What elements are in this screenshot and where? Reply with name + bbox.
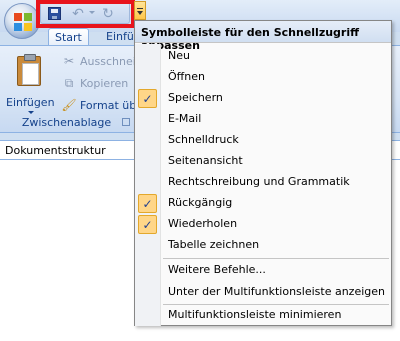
- menu-title: Symbolleiste für den Schnellzugriff anpa…: [135, 21, 391, 52]
- office-logo-icon: [14, 13, 32, 31]
- checkmark-icon: ✓: [138, 215, 157, 234]
- checkmark-icon: ✓: [138, 89, 157, 108]
- redo-icon: ↻: [102, 5, 114, 22]
- copy-icon: ⧉: [64, 75, 74, 90]
- format-painter-button[interactable]: 🖌 Format übe: [61, 96, 143, 114]
- office-button[interactable]: [4, 3, 40, 39]
- menu-item-label: Multifunktionsleiste minimieren: [168, 308, 342, 321]
- customize-toolbar-button[interactable]: [134, 1, 146, 20]
- menu-item-draw-table[interactable]: Tabelle zeichnen: [135, 235, 391, 256]
- clipboard-group-label: Zwischenablage: [21, 116, 112, 129]
- checkmark-icon: ✓: [138, 194, 157, 213]
- save-button[interactable]: [45, 5, 63, 22]
- cut-label: Ausschnei: [80, 54, 136, 68]
- menu-item-minimize-ribbon[interactable]: Multifunktionsleiste minimieren: [135, 305, 391, 326]
- menu-item-print-preview[interactable]: Seitenansicht: [135, 151, 391, 172]
- redo-button[interactable]: ↻: [99, 5, 117, 22]
- customize-dropdown-icon: [137, 8, 143, 9]
- menu-item-more-commands[interactable]: Weitere Befehle...: [135, 260, 391, 281]
- menu-item-save[interactable]: ✓ Speichern: [135, 88, 391, 109]
- clipboard-icon: [17, 54, 41, 86]
- menu-item-label: Rechtschreibung und Grammatik: [168, 175, 350, 188]
- menu-item-label: Schnelldruck: [168, 133, 239, 146]
- menu-item-label: E-Mail: [168, 112, 202, 125]
- menu-item-redo[interactable]: ✓ Wiederholen: [135, 214, 391, 235]
- menu-item-open[interactable]: Öffnen: [135, 67, 391, 88]
- paste-label: Einfügen: [6, 96, 55, 109]
- menu-item-label: Öffnen: [168, 70, 205, 83]
- copy-label: Kopieren: [80, 76, 129, 90]
- tab-start[interactable]: Start: [48, 28, 89, 46]
- paste-dropdown-arrow: [28, 111, 34, 114]
- document-structure-label: Dokumentstruktur: [5, 144, 106, 157]
- menu-item-undo[interactable]: ✓ Rückgängig: [135, 193, 391, 214]
- menu-item-quick-print[interactable]: Schnelldruck: [135, 130, 391, 151]
- undo-button[interactable]: ↶: [69, 5, 87, 22]
- copy-button[interactable]: ⧉ Kopieren: [62, 74, 129, 92]
- format-painter-icon: 🖌: [61, 98, 77, 112]
- menu-item-email[interactable]: E-Mail: [135, 109, 391, 130]
- cut-button[interactable]: ✂ Ausschnei: [62, 52, 136, 70]
- menu-item-label: Seitenansicht: [168, 154, 243, 167]
- save-icon: [47, 7, 61, 20]
- customize-toolbar-menu: Symbolleiste für den Schnellzugriff anpa…: [134, 20, 392, 326]
- undo-icon: ↶: [72, 5, 84, 22]
- scissors-icon: ✂: [63, 54, 75, 68]
- menu-item-label: Unter der Multifunktionsleiste anzeigen: [168, 285, 385, 298]
- paste-button[interactable]: Einfügen: [6, 54, 56, 116]
- quick-access-toolbar: ↶ ↻: [40, 2, 130, 24]
- menu-item-show-below-ribbon[interactable]: Unter der Multifunktionsleiste anzeigen: [135, 282, 391, 303]
- menu-item-spelling[interactable]: Rechtschreibung und Grammatik: [135, 172, 391, 193]
- menu-item-label: Wiederholen: [168, 217, 238, 230]
- menu-item-new[interactable]: Neu: [135, 46, 391, 67]
- dialog-launcher-icon[interactable]: [122, 118, 130, 126]
- menu-item-label: Speichern: [168, 91, 223, 104]
- menu-separator: [163, 258, 389, 259]
- menu-item-label: Rückgängig: [168, 196, 233, 209]
- undo-dropdown-arrow[interactable]: [89, 11, 95, 14]
- menu-item-label: Neu: [168, 49, 190, 62]
- menu-item-label: Weitere Befehle...: [168, 263, 266, 276]
- menu-item-label: Tabelle zeichnen: [168, 238, 260, 251]
